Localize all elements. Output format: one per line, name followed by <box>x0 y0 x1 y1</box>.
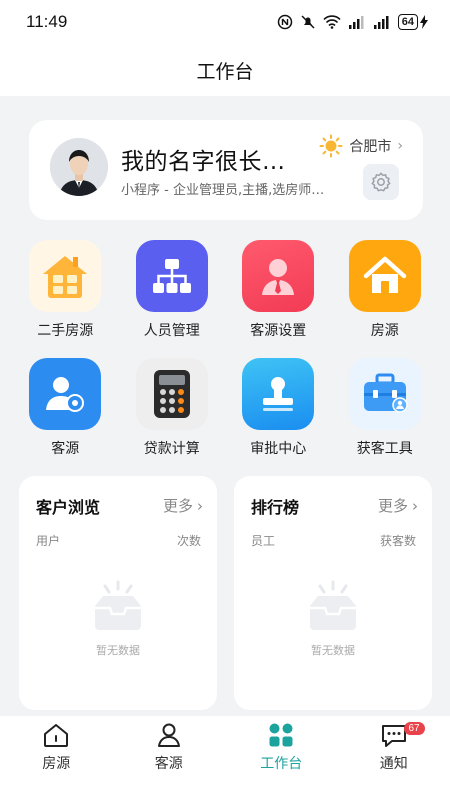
house-windows-icon <box>29 240 102 312</box>
profile-card[interactable]: 我的名字很长… 小程序 - 企业管理员,主播,选房师… 合肥市 › <box>29 120 423 220</box>
home-icon <box>348 240 421 312</box>
column-header-user: 用户 <box>36 534 61 548</box>
charging-icon <box>420 15 428 29</box>
grid-item-label: 贷款计算 <box>143 441 200 457</box>
signal-icon-2 <box>373 16 389 29</box>
person-tie-icon <box>242 240 315 312</box>
tab-label: 客源 <box>154 756 183 772</box>
empty-tray-icon <box>310 580 356 630</box>
empty-tray-icon <box>95 580 141 630</box>
grid-item-label: 二手房源 <box>37 323 94 339</box>
tab-label: 通知 <box>379 756 408 772</box>
client-browse-card: 客户浏览 更多 › 用户 次数 暂无数据 <box>19 476 217 710</box>
avatar[interactable] <box>50 138 108 196</box>
bottom-tab-bar: 房源 客源 工作台 67 通知 <box>0 716 450 800</box>
city-label: 合肥市 <box>349 139 392 155</box>
user-gear-icon <box>29 358 102 430</box>
grid-item-loan-calculator[interactable]: 贷款计算 <box>119 358 226 458</box>
status-time: 11:49 <box>26 12 68 31</box>
grid-item-label: 客源 <box>51 441 80 457</box>
grid-item-lead-tools[interactable]: 获客工具 <box>332 358 439 458</box>
workbench-icon <box>269 723 293 747</box>
tab-listings[interactable]: 房源 <box>0 716 113 800</box>
grid-item-clients[interactable]: 客源 <box>12 358 119 458</box>
more-label: 更多 <box>162 497 193 515</box>
settings-button[interactable] <box>363 164 399 200</box>
grid-item-staff-management[interactable]: 人员管理 <box>119 240 226 340</box>
stamp-icon <box>242 358 315 430</box>
profile-name: 我的名字很长… <box>121 149 286 175</box>
feature-grid: 二手房源 人员管理 客源设置 房源 客源 贷款计算 审批中心 获客工具 <box>12 240 438 458</box>
nav-bar: 工作台 <box>0 44 450 96</box>
sun-icon <box>319 134 343 158</box>
org-chart-icon <box>135 240 208 312</box>
gear-icon <box>371 172 391 192</box>
wifi-icon <box>323 15 341 29</box>
more-link[interactable]: 更多 › <box>378 495 418 516</box>
grid-item-client-settings[interactable]: 客源设置 <box>225 240 332 340</box>
ranking-card: 排行榜 更多 › 员工 获客数 暂无数据 <box>234 476 432 710</box>
house-outline-icon <box>44 724 69 747</box>
empty-state-text: 暂无数据 <box>311 644 355 657</box>
tab-label: 工作台 <box>260 756 303 772</box>
more-label: 更多 <box>377 497 408 515</box>
status-bar: 11:49 64 <box>0 0 450 44</box>
empty-state-text: 暂无数据 <box>96 644 140 657</box>
grid-item-label: 获客工具 <box>356 441 413 457</box>
battery-level: 64 <box>397 14 418 30</box>
battery-indicator: 64 <box>397 14 428 30</box>
grid-item-label: 房源 <box>370 323 399 339</box>
card-title: 客户浏览 <box>36 498 101 517</box>
status-icons: 64 <box>277 14 428 30</box>
more-link[interactable]: 更多 › <box>163 495 203 516</box>
grid-item-label: 客源设置 <box>250 323 307 339</box>
grid-item-label: 人员管理 <box>143 323 200 339</box>
card-title: 排行榜 <box>251 498 300 517</box>
grid-item-label: 审批中心 <box>250 441 307 457</box>
nfc-icon <box>277 14 292 30</box>
tab-clients[interactable]: 客源 <box>113 716 226 800</box>
city-selector[interactable]: 合肥市 › <box>319 134 403 158</box>
toolbox-icon <box>348 358 421 430</box>
grid-item-listings[interactable]: 房源 <box>332 240 439 340</box>
notification-badge: 67 <box>403 722 425 735</box>
calculator-icon <box>135 358 208 430</box>
chevron-right-icon: › <box>197 496 203 515</box>
grid-item-second-hand-listings[interactable]: 二手房源 <box>12 240 119 340</box>
signal-icon <box>348 16 364 29</box>
person-outline-icon <box>157 723 180 747</box>
profile-subtitle: 小程序 - 企业管理员,主播,选房师… <box>121 183 325 198</box>
chevron-right-icon: › <box>412 496 418 515</box>
column-header-count: 次数 <box>176 534 201 548</box>
grid-item-approval-center[interactable]: 审批中心 <box>225 358 332 458</box>
page-title: 工作台 <box>196 60 254 83</box>
chevron-right-icon: › <box>397 138 403 154</box>
tab-label: 房源 <box>42 756 71 772</box>
mute-icon <box>301 15 315 29</box>
column-header-leads: 获客数 <box>379 534 416 548</box>
tab-workbench[interactable]: 工作台 <box>225 716 338 800</box>
tab-notifications[interactable]: 67 通知 <box>338 716 450 800</box>
column-header-staff: 员工 <box>251 534 276 548</box>
